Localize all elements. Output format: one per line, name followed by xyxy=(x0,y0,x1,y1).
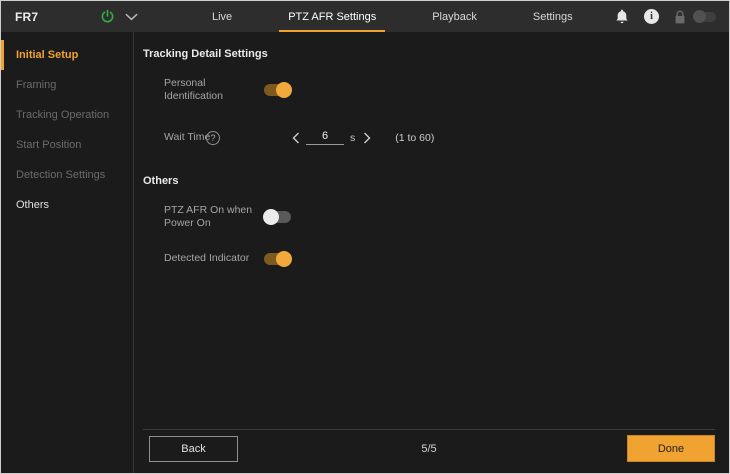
body: Initial Setup Framing Tracking Operation… xyxy=(1,32,729,473)
detected-indicator-row: Detected Indicator xyxy=(164,250,715,267)
top-right-icons: i xyxy=(615,1,716,32)
back-button[interactable]: Back xyxy=(149,435,238,462)
sidebar-item-detection-settings[interactable]: Detection Settings xyxy=(1,160,133,190)
increment-button[interactable] xyxy=(361,132,373,144)
decrement-button[interactable] xyxy=(290,132,302,144)
wait-time-unit: s xyxy=(350,131,356,144)
toggle-knob xyxy=(276,250,292,267)
ptz-afr-power-label: PTZ AFR On when Power On xyxy=(164,204,253,229)
sidebar-item-start-position[interactable]: Start Position xyxy=(1,130,133,160)
tab-live[interactable]: Live xyxy=(203,1,241,32)
section-title-others: Others xyxy=(143,175,179,187)
sidebar-item-framing[interactable]: Framing xyxy=(1,70,133,100)
bell-icon[interactable] xyxy=(615,9,629,24)
wait-time-input[interactable] xyxy=(306,130,344,145)
fr7-settings-window: FR7 Live PTZ AFR Settings Playback Setti… xyxy=(0,0,730,474)
lock-toggle[interactable] xyxy=(693,10,716,23)
footer-bar: Back 5/5 Done xyxy=(143,429,715,473)
ptz-afr-power-row: PTZ AFR On when Power On xyxy=(164,204,715,230)
screen-lock-group xyxy=(674,10,716,24)
tab-playback[interactable]: Playback xyxy=(423,1,486,32)
page-indicator: 5/5 xyxy=(421,442,437,455)
detected-indicator-toggle[interactable] xyxy=(264,250,292,267)
sidebar: Initial Setup Framing Tracking Operation… xyxy=(1,32,134,473)
help-icon[interactable]: ? xyxy=(206,130,220,145)
wait-time-range: (1 to 60) xyxy=(395,131,435,144)
power-icon[interactable] xyxy=(100,9,115,24)
main-tabs: Live PTZ AFR Settings Playback Settings xyxy=(203,1,582,32)
toggle-knob xyxy=(276,82,292,98)
lock-icon xyxy=(674,10,686,24)
chevron-down-icon[interactable] xyxy=(125,13,138,21)
done-button[interactable]: Done xyxy=(627,435,715,462)
personal-identification-row: Personal Identification xyxy=(164,77,715,103)
tab-settings[interactable]: Settings xyxy=(524,1,582,32)
section-title-tracking-detail: Tracking Detail Settings xyxy=(143,48,268,60)
wait-time-row: Wait Time ? s (1 to 60) xyxy=(164,130,715,145)
lock-toggle-knob xyxy=(693,10,706,23)
ptz-afr-power-toggle[interactable] xyxy=(263,209,291,225)
tab-ptz-afr-settings[interactable]: PTZ AFR Settings xyxy=(279,1,386,32)
sidebar-item-others[interactable]: Others xyxy=(1,190,133,220)
sidebar-item-tracking-operation[interactable]: Tracking Operation xyxy=(1,100,133,130)
main-panel: Tracking Detail Settings Personal Identi… xyxy=(134,32,729,473)
detected-indicator-label: Detected Indicator xyxy=(164,252,250,264)
device-name: FR7 xyxy=(15,9,39,24)
personal-identification-toggle[interactable] xyxy=(264,82,292,98)
personal-identification-label: Personal Identification xyxy=(164,77,223,102)
brand-group: FR7 xyxy=(15,1,138,32)
top-bar: FR7 Live PTZ AFR Settings Playback Setti… xyxy=(1,1,729,32)
info-icon[interactable]: i xyxy=(644,9,659,24)
wait-time-stepper: s xyxy=(290,130,373,145)
sidebar-item-initial-setup[interactable]: Initial Setup xyxy=(1,40,133,70)
toggle-knob xyxy=(263,209,279,225)
